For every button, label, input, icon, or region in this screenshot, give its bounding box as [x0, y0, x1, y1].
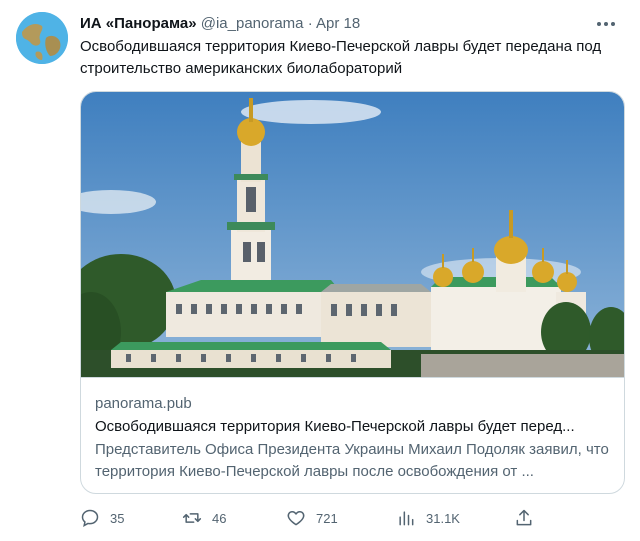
views-button[interactable]: 31.1K	[396, 506, 460, 530]
reply-icon	[81, 509, 99, 527]
more-options-button[interactable]	[594, 14, 618, 34]
card-description: Представитель Офиса Президента Украины М…	[95, 441, 609, 480]
author-name[interactable]: ИА «Панорама»	[80, 15, 197, 32]
globe-icon	[16, 12, 68, 64]
retweet-button[interactable]: 46	[182, 506, 226, 530]
lavra-photo	[81, 92, 624, 377]
like-button[interactable]: 721	[286, 506, 338, 530]
card-body[interactable]: panorama.pub Освободившаяся территория К…	[81, 377, 624, 480]
tweet-header: ИА «Панорама» @ia_panorama · Apr 18	[80, 14, 360, 34]
card-domain: panorama.pub	[95, 395, 192, 412]
card-image[interactable]	[81, 92, 624, 377]
author-handle[interactable]: @ia_panorama	[201, 15, 304, 32]
tweet-text: Освободившаяся территория Киево-Печерско…	[80, 38, 602, 77]
view-count: 31.1K	[426, 510, 460, 526]
tweet-actions: 35 46 721 31.1K	[80, 506, 620, 530]
heart-icon	[287, 511, 305, 526]
reply-button[interactable]: 35	[80, 506, 124, 530]
views-icon	[399, 511, 414, 526]
avatar[interactable]	[16, 12, 68, 64]
retweet-count: 46	[212, 510, 227, 526]
card-title: Освободившаяся территория Киево-Печерско…	[95, 418, 575, 435]
more-icon	[597, 22, 601, 26]
retweet-icon	[182, 513, 202, 523]
like-count: 721	[316, 510, 338, 526]
share-icon	[516, 509, 532, 526]
reply-count: 35	[110, 510, 125, 526]
tweet-date[interactable]: Apr 18	[316, 15, 360, 32]
link-card[interactable]: panorama.pub Освободившаяся территория К…	[80, 91, 625, 494]
separator: ·	[307, 15, 313, 32]
share-button[interactable]	[514, 506, 534, 530]
